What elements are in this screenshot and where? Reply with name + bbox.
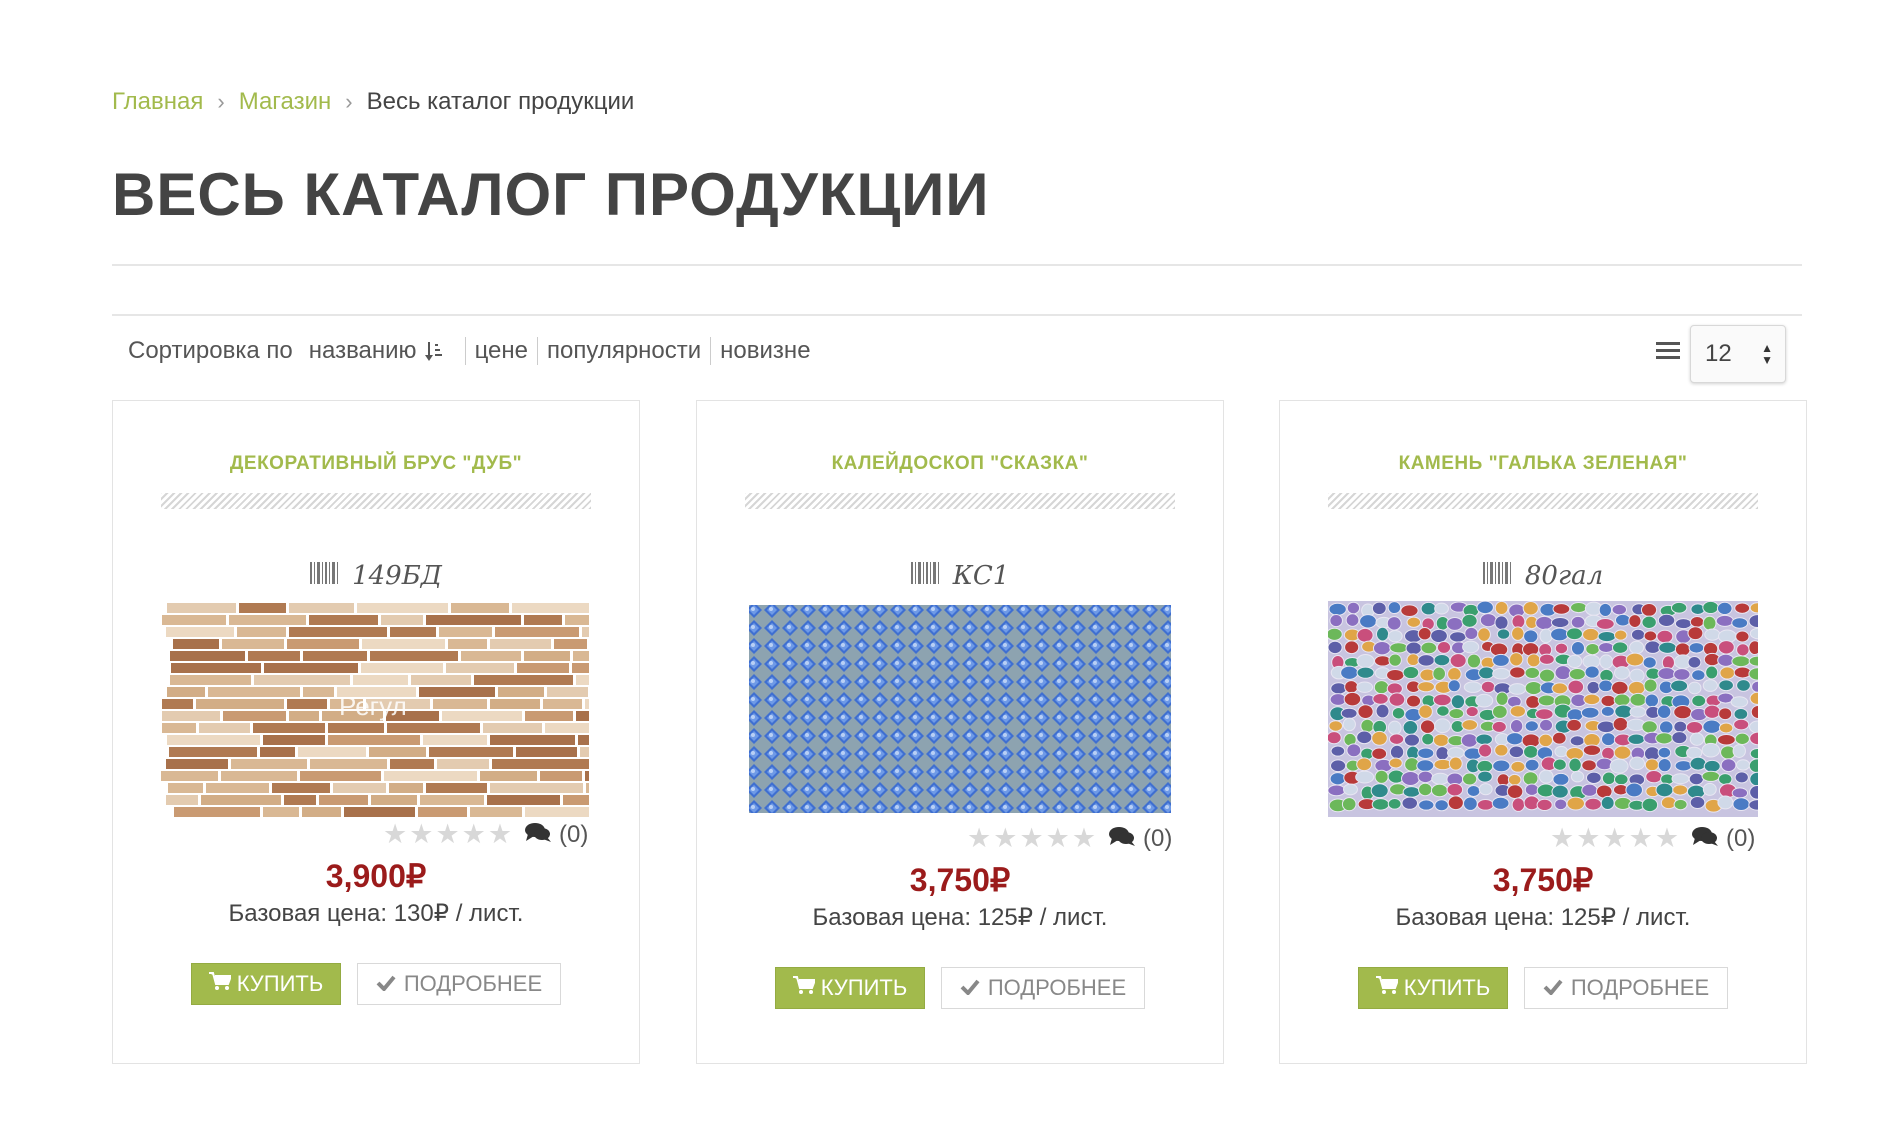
details-button[interactable]: ПОДРОБНЕЕ [357,963,561,1005]
star-icon: ★ [409,819,434,849]
check-icon [1543,975,1563,1001]
sort-by-price[interactable]: цене [464,337,537,365]
sku-code: 80гал [1524,561,1604,591]
star-icon: ★ [967,823,992,853]
star-rating: ★ ★ ★ ★ ★ [1550,825,1679,852]
sort-by-name[interactable]: названию [309,337,465,365]
divider [112,314,1802,316]
product-price: 3,750₽ [1492,862,1594,898]
breadcrumb: Главная › Магазин › Весь каталог продукц… [112,88,634,116]
product-image[interactable] [1328,601,1758,817]
product-price: 3,750₽ [909,862,1011,898]
base-price: Базовая цена: 125₽ / лист. [812,904,1108,931]
star-icon: ★ [487,819,513,849]
buy-button[interactable]: КУПИТЬ [775,967,925,1009]
star-icon: ★ [1550,823,1575,853]
star-icon: ★ [1654,823,1680,853]
product-title[interactable]: ДЕКОРАТИВНЫЙ БРУС "ДУБ" [113,453,639,475]
barcode-icon [310,561,339,591]
sort-ascending-icon [424,340,443,362]
base-price: Базовая цена: 125₽ / лист. [1395,904,1691,931]
cart-icon [792,975,817,1001]
details-button-label: ПОДРОБНЕЕ [987,975,1127,1000]
product-image[interactable]: Регул [161,601,591,817]
product-sku: 149БД [113,561,639,591]
comments-count[interactable]: (0) [525,821,588,849]
chevron-right-icon: › [345,89,353,114]
title-underline [1328,493,1758,509]
breadcrumb-shop-link[interactable]: Магазин [239,88,332,116]
product-image[interactable] [745,601,1175,817]
breadcrumb-current: Весь каталог продукции [366,88,635,115]
sort-by-name-label: названию [308,337,417,364]
star-icon: ★ [1602,823,1627,853]
cart-icon [1375,975,1400,1001]
details-button[interactable]: ПОДРОБНЕЕ [941,967,1145,1009]
breadcrumb-home-link[interactable]: Главная [112,88,203,116]
star-icon: ★ [383,819,408,849]
page-title: ВЕСЬ КАТАЛОГ ПРОДУКЦИИ [112,161,990,228]
sku-code: КС1 [952,561,1010,591]
star-icon: ★ [1045,823,1070,853]
comments-count[interactable]: (0) [1109,825,1172,853]
barcode-icon [910,561,939,591]
buy-button[interactable]: КУПИТЬ [191,963,341,1005]
star-icon: ★ [993,823,1018,853]
star-icon: ★ [1628,823,1653,853]
image-watermark: Регул [339,691,407,721]
select-arrows-icon: ▲ ▼ [1761,341,1773,367]
sort-bar: Сортировка по названию цене популярности… [128,333,820,369]
comments-count[interactable]: (0) [1692,825,1755,853]
details-button-label: ПОДРОБНЕЕ [1570,975,1710,1000]
comments-count-label: (0) [559,821,589,848]
per-page-select[interactable]: 12 ▲ ▼ [1690,325,1786,383]
list-view-icon[interactable] [1656,340,1680,367]
product-card: КАМЕНЬ "ГАЛЬКА ЗЕЛЕНАЯ" 80гал ★ ★ ★ ★ ★ … [1279,400,1807,1064]
star-icon: ★ [461,819,486,849]
star-rating: ★ ★ ★ ★ ★ [967,825,1096,852]
divider [112,264,1802,266]
details-button[interactable]: ПОДРОБНЕЕ [1524,967,1728,1009]
star-rating: ★ ★ ★ ★ ★ [383,821,512,848]
sort-by-newness[interactable]: новизне [710,337,819,365]
cart-icon [208,971,233,997]
product-sku: 80гал [1280,561,1806,591]
buy-button-label: КУПИТЬ [1403,975,1491,1000]
base-price: Базовая цена: 130₽ / лист. [228,900,524,927]
product-title[interactable]: КАЛЕЙДОСКОП "СКАЗКА" [697,453,1223,475]
star-icon: ★ [1019,823,1044,853]
comments-count-label: (0) [1143,825,1173,852]
comments-count-label: (0) [1726,825,1756,852]
star-icon: ★ [1071,823,1097,853]
barcode-icon [1482,561,1511,591]
buy-button-label: КУПИТЬ [236,971,324,996]
title-underline [161,493,591,509]
buy-button[interactable]: КУПИТЬ [1358,967,1508,1009]
sort-by-popularity[interactable]: популярности [537,337,710,365]
title-underline [745,493,1175,509]
check-icon [960,975,980,1001]
chevron-right-icon: › [217,89,225,114]
product-sku: КС1 [697,561,1223,591]
buy-button-label: КУПИТЬ [820,975,908,1000]
product-price: 3,900₽ [325,858,427,894]
comments-icon [525,821,551,849]
check-icon [376,971,396,997]
comments-icon [1692,825,1718,853]
comments-icon [1109,825,1135,853]
star-icon: ★ [435,819,460,849]
per-page-value: 12 [1705,340,1732,367]
star-icon: ★ [1576,823,1601,853]
product-card: ДЕКОРАТИВНЫЙ БРУС "ДУБ" 149БД Регул ★ ★ … [112,400,640,1064]
product-title[interactable]: КАМЕНЬ "ГАЛЬКА ЗЕЛЕНАЯ" [1280,453,1806,475]
sort-label: Сортировка по [128,337,293,364]
details-button-label: ПОДРОБНЕЕ [403,971,543,996]
product-card: КАЛЕЙДОСКОП "СКАЗКА" КС1 ★ ★ ★ ★ ★ (0) 3… [696,400,1224,1064]
sku-code: 149БД [352,561,442,591]
